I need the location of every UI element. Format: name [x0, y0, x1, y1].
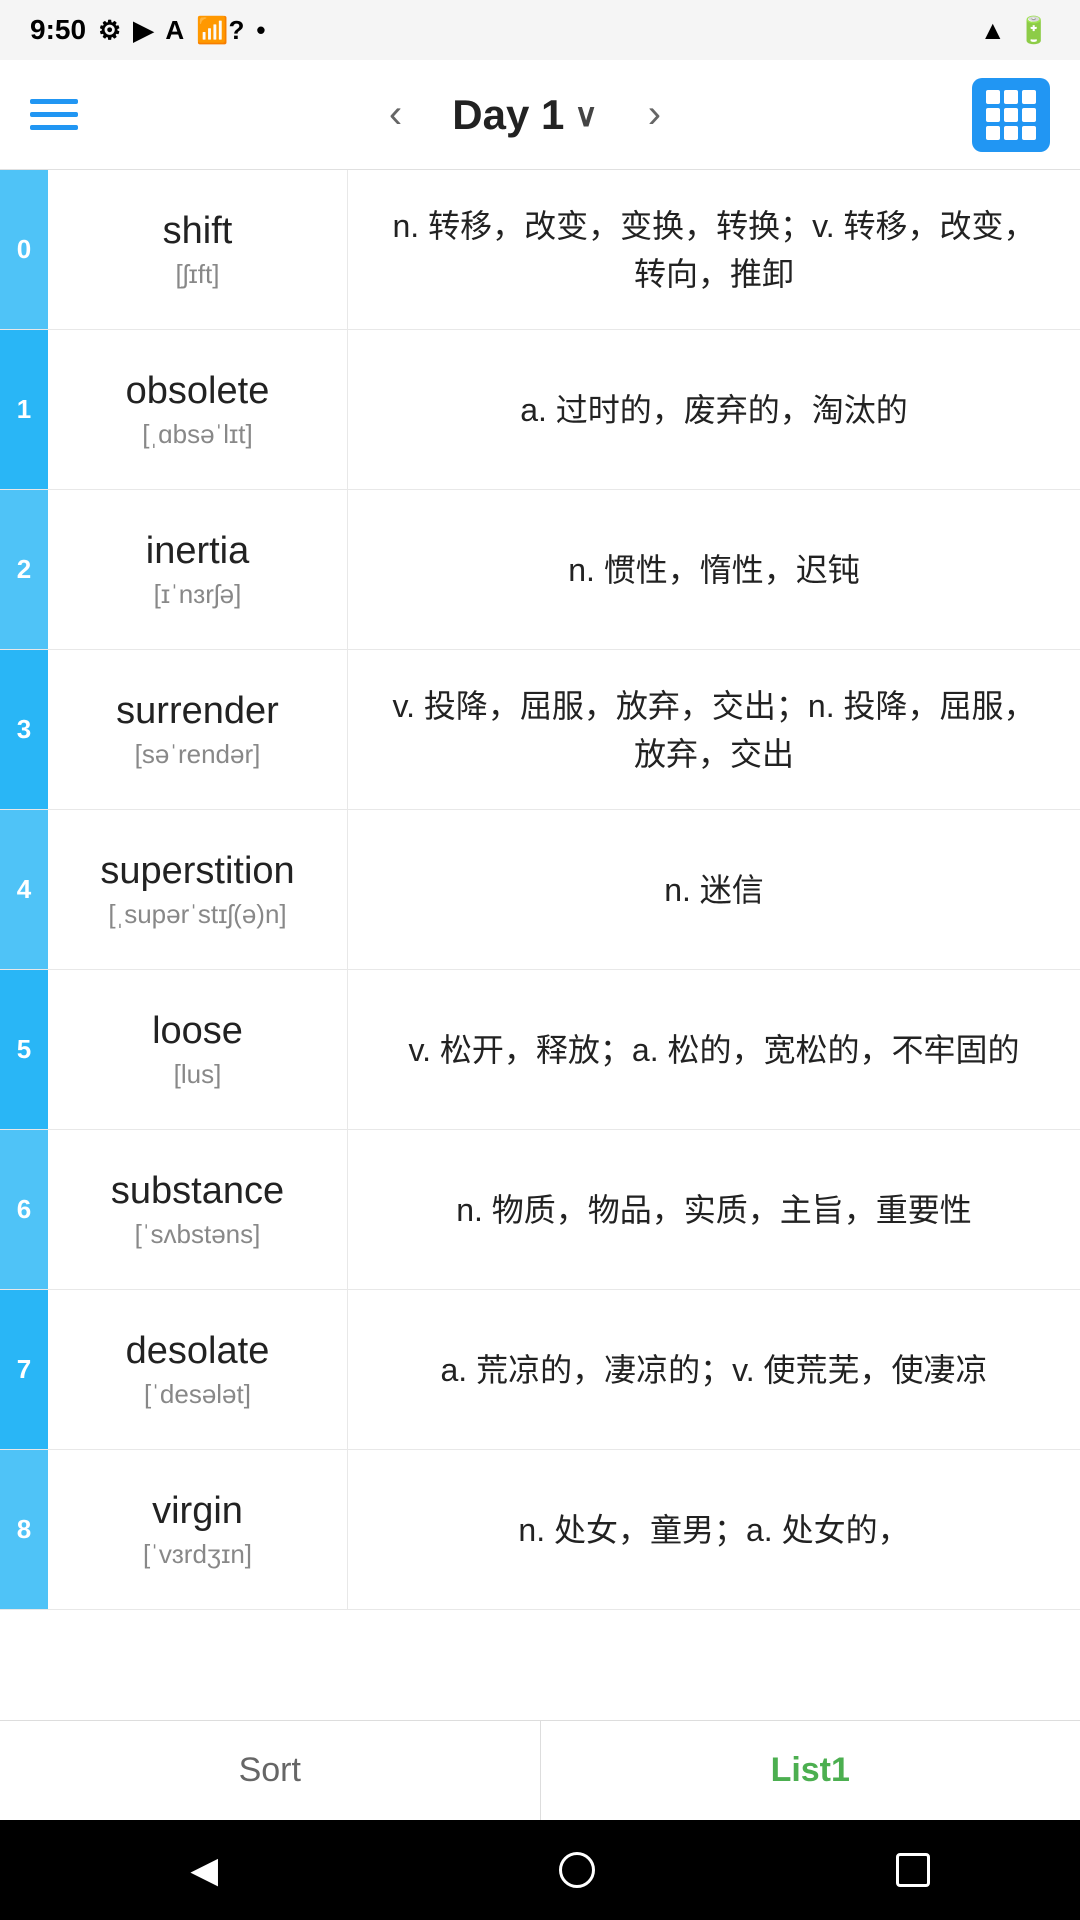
word-phonetic: [ʃɪft]	[176, 259, 220, 290]
word-index: 3	[0, 650, 48, 809]
word-phonetic: [ˌsupərˈstɪʃ(ə)n]	[108, 899, 286, 930]
word-english: superstition	[100, 850, 294, 893]
word-left: desolate [ˈdesələt]	[48, 1290, 348, 1449]
word-definition: n. 物质，物品，实质，主旨，重要性	[348, 1130, 1080, 1289]
list1-tab[interactable]: List1	[541, 1721, 1080, 1820]
word-row[interactable]: 6 substance [ˈsʌbstəns] n. 物质，物品，实质，主旨，重要性	[0, 1130, 1080, 1290]
word-left: obsolete [ˌɑbsəˈlɪt]	[48, 330, 348, 489]
prev-button[interactable]: ‹	[379, 82, 412, 147]
word-english: loose	[152, 1010, 243, 1053]
gear-icon: ⚙	[98, 15, 121, 46]
home-button[interactable]	[559, 1852, 595, 1888]
word-left: surrender [səˈrendər]	[48, 650, 348, 809]
word-row[interactable]: 7 desolate [ˈdesələt] a. 荒凉的，凄凉的；v. 使荒芜，使凄凉	[0, 1290, 1080, 1450]
word-row[interactable]: 4 superstition [ˌsupərˈstɪʃ(ə)n] n. 迷信	[0, 810, 1080, 970]
word-row[interactable]: 5 loose [lus] v. 松开，释放；a. 松的，宽松的，不牢固的	[0, 970, 1080, 1130]
word-definition: n. 惯性，惰性，迟钝	[348, 490, 1080, 649]
word-index: 1	[0, 330, 48, 489]
word-left: shift [ʃɪft]	[48, 170, 348, 329]
word-index: 6	[0, 1130, 48, 1289]
word-english: surrender	[116, 690, 279, 733]
nav-bar: ◀	[0, 1820, 1080, 1920]
word-index: 7	[0, 1290, 48, 1449]
word-index: 0	[0, 170, 48, 329]
grid-view-button[interactable]	[972, 78, 1050, 152]
day-label: Day 1	[452, 91, 564, 139]
word-phonetic: [ˈdesələt]	[144, 1379, 251, 1410]
bottom-tab-bar: Sort List1	[0, 1720, 1080, 1820]
word-index: 8	[0, 1450, 48, 1609]
word-phonetic: [ˈvɜrdʒɪn]	[143, 1539, 252, 1570]
word-english: virgin	[152, 1490, 243, 1533]
word-row[interactable]: 3 surrender [səˈrendər] v. 投降，屈服，放弃，交出；n. 投…	[0, 650, 1080, 810]
word-left: substance [ˈsʌbstəns]	[48, 1130, 348, 1289]
word-phonetic: [ɪˈnɜrʃə]	[154, 579, 242, 610]
word-phonetic: [səˈrendər]	[135, 739, 261, 770]
word-english: inertia	[146, 530, 250, 573]
recent-button[interactable]	[896, 1853, 930, 1887]
header-nav: ‹ Day 1 ∨ ›	[379, 82, 671, 147]
word-definition: v. 投降，屈服，放弃，交出；n. 投降，屈服，放弃，交出	[348, 650, 1080, 809]
word-left: loose [lus]	[48, 970, 348, 1129]
word-row[interactable]: 8 virgin [ˈvɜrdʒɪn] n. 处女，童男；a. 处女的，	[0, 1450, 1080, 1610]
font-icon: A	[165, 15, 184, 46]
word-definition: n. 处女，童男；a. 处女的，	[348, 1450, 1080, 1609]
status-bar: 9:50 ⚙ ▶ A 📶? • ▲ 🔋	[0, 0, 1080, 60]
back-button[interactable]: ◀	[150, 1839, 258, 1901]
word-english: substance	[111, 1170, 284, 1213]
play-protection-icon: ▶	[133, 15, 153, 46]
word-left: superstition [ˌsupərˈstɪʃ(ə)n]	[48, 810, 348, 969]
word-english: desolate	[126, 1330, 270, 1373]
header: ‹ Day 1 ∨ ›	[0, 60, 1080, 170]
word-list: 0 shift [ʃɪft] n. 转移，改变，变换，转换；v. 转移，改变，转向，推…	[0, 170, 1080, 1720]
word-english: obsolete	[126, 370, 270, 413]
dropdown-arrow-icon: ∨	[574, 96, 597, 134]
word-row[interactable]: 2 inertia [ɪˈnɜrʃə] n. 惯性，惰性，迟钝	[0, 490, 1080, 650]
word-left: inertia [ɪˈnɜrʃə]	[48, 490, 348, 649]
word-phonetic: [ˈsʌbstəns]	[135, 1219, 261, 1250]
word-english: shift	[163, 210, 233, 253]
grid-icon	[986, 90, 1036, 140]
battery-icon: 🔋	[1018, 15, 1050, 46]
word-index: 2	[0, 490, 48, 649]
word-definition: n. 迷信	[348, 810, 1080, 969]
header-title[interactable]: Day 1 ∨	[452, 91, 598, 139]
word-definition: a. 过时的，废弃的，淘汰的	[348, 330, 1080, 489]
word-definition: n. 转移，改变，变换，转换；v. 转移，改变，转向，推卸	[348, 170, 1080, 329]
word-left: virgin [ˈvɜrdʒɪn]	[48, 1450, 348, 1609]
word-phonetic: [ˌɑbsəˈlɪt]	[142, 419, 252, 450]
status-time: 9:50	[30, 14, 86, 46]
word-definition: v. 松开，释放；a. 松的，宽松的，不牢固的	[348, 970, 1080, 1129]
word-row[interactable]: 0 shift [ʃɪft] n. 转移，改变，变换，转换；v. 转移，改变，转向，推…	[0, 170, 1080, 330]
word-phonetic: [lus]	[174, 1059, 222, 1090]
word-index: 4	[0, 810, 48, 969]
dot-icon: •	[256, 15, 265, 46]
menu-button[interactable]	[30, 99, 78, 130]
word-index: 5	[0, 970, 48, 1129]
sort-tab[interactable]: Sort	[0, 1721, 541, 1820]
signal-icon: ▲	[980, 15, 1006, 46]
next-button[interactable]: ›	[638, 82, 671, 147]
word-row[interactable]: 1 obsolete [ˌɑbsəˈlɪt] a. 过时的，废弃的，淘汰的	[0, 330, 1080, 490]
word-definition: a. 荒凉的，凄凉的；v. 使荒芜，使凄凉	[348, 1290, 1080, 1449]
wifi-question-icon: 📶?	[196, 15, 244, 46]
